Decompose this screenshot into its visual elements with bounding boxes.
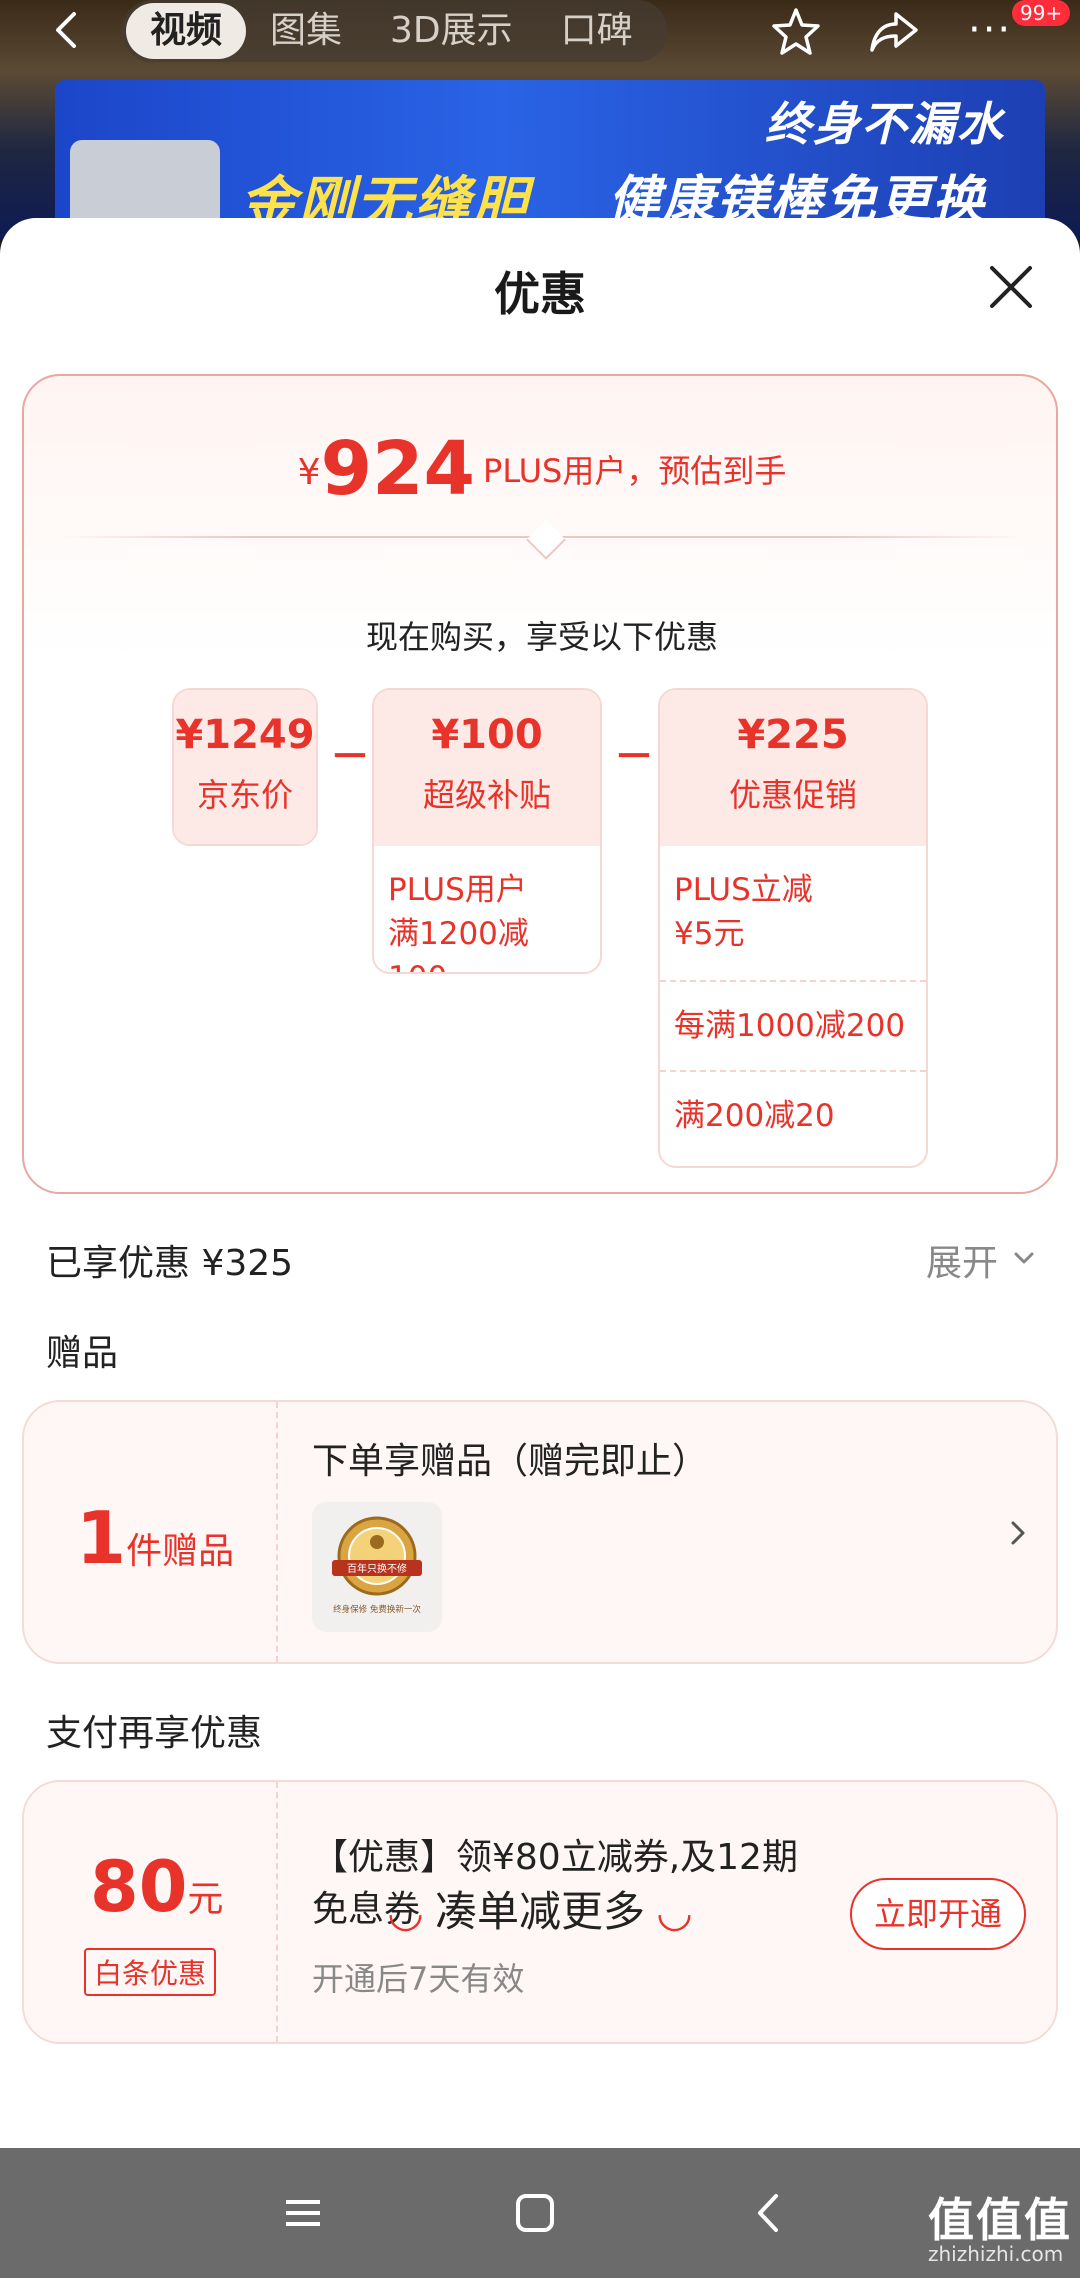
discount-sheet: 优惠 ¥924 PLUS用户，预估到手 现在购买，享受以下优惠 ¥1249 京东价… xyxy=(0,218,1080,2148)
promotion-head: ¥225 优惠促销 xyxy=(660,690,926,846)
gift-badge-text: 百年只换不修 xyxy=(347,1562,407,1575)
back-icon[interactable] xyxy=(744,2188,794,2238)
gift-title: 下单享赠品（赠完即止） xyxy=(312,1441,709,1482)
media-tabs: 视频 图集 3D展示 口碑 xyxy=(122,0,667,62)
promotion-rule-200: 满200减20 xyxy=(660,1070,926,1160)
promotion-label: 优惠促销 xyxy=(728,776,857,814)
smile-icon: ◡ xyxy=(658,1887,691,1936)
close-icon[interactable] xyxy=(986,262,1036,312)
jd-price-head: ¥1249 京东价 xyxy=(174,690,316,844)
pay-section-label: 支付再享优惠 xyxy=(46,1713,263,1754)
recent-apps-icon[interactable] xyxy=(278,2188,328,2238)
sheet-title: 优惠 xyxy=(494,267,586,321)
watermark-logo: 值值值 xyxy=(928,2193,1072,2247)
jd-price-label: 京东价 xyxy=(196,776,293,814)
share-icon[interactable] xyxy=(866,6,922,58)
currency-symbol: ¥ xyxy=(297,452,321,493)
subsidy-value: ¥100 xyxy=(431,712,543,758)
message-badge: 99+ xyxy=(1012,0,1071,26)
gift-card[interactable]: 1件赠品 下单享赠品（赠完即止） 百年只换不修 终身保修 免费换新一次 xyxy=(22,1400,1058,1664)
baitiao-tag: 白条优惠 xyxy=(84,1948,217,1996)
subsidy-head: ¥100 超级补贴 xyxy=(374,690,600,846)
banner-slogan-top: 终身不漏水 xyxy=(765,97,1005,151)
promotion-box: ¥225 优惠促销 PLUS立减 ¥5元 每满1000减200 满200减20 xyxy=(658,688,928,1168)
gift-count: 1件赠品 xyxy=(76,1496,234,1580)
tab-reviews[interactable]: 口碑 xyxy=(537,3,657,59)
home-icon[interactable] xyxy=(510,2188,560,2238)
smile-icon: ◡ xyxy=(389,1887,422,1936)
favorite-star-icon[interactable] xyxy=(768,4,824,60)
product-image-fragment xyxy=(70,140,220,230)
chevron-right-icon[interactable] xyxy=(1006,1518,1030,1548)
price-breakdown-card: ¥924 PLUS用户，预估到手 现在购买，享受以下优惠 ¥1249 京东价 － … xyxy=(22,374,1058,1194)
chevron-down-icon[interactable] xyxy=(1010,1244,1038,1272)
card-separator xyxy=(276,1402,278,1662)
gift-section-label: 赠品 xyxy=(46,1333,119,1374)
expand-button[interactable]: 展开 xyxy=(926,1234,998,1286)
gift-count-number: 1 xyxy=(76,1496,127,1580)
watermark-url: zhizhizhi.com xyxy=(928,2242,1064,2266)
back-arrow-icon[interactable] xyxy=(48,8,88,52)
subsidy-box: ¥100 超级补贴 PLUS用户 满1200减100 xyxy=(372,688,602,974)
saved-amount: 已享优惠 ¥325 xyxy=(46,1243,294,1284)
minus-sign: － xyxy=(330,734,370,780)
buy-now-text: 现在购买，享受以下优惠 xyxy=(365,618,718,656)
estimated-price: ¥924 PLUS用户，预估到手 xyxy=(24,426,1060,512)
tab-video[interactable]: 视频 xyxy=(126,3,247,59)
promotion-rule-plus: PLUS立减 ¥5元 xyxy=(674,872,813,952)
more-deals-text: 凑单减更多 xyxy=(434,1887,645,1936)
divider-notch xyxy=(526,520,566,560)
system-nav-bar: 值值值 zhizhizhi.com xyxy=(0,2148,1080,2278)
gift-badge-icon: 百年只换不修 终身保修 免费换新一次 xyxy=(332,1516,422,1615)
promotion-rule-1000: 每满1000减200 xyxy=(660,980,926,1070)
pay-offer-validity: 开通后7天有效 xyxy=(312,1960,525,1998)
estimated-amount: 924 xyxy=(320,426,476,512)
promotion-value: ¥225 xyxy=(737,712,849,758)
gift-count-unit: 件赠品 xyxy=(126,1531,235,1572)
gift-badge-caption: 终身保修 免费换新一次 xyxy=(333,1604,421,1615)
tab-3d[interactable]: 3D展示 xyxy=(366,3,537,59)
tab-gallery[interactable]: 图集 xyxy=(246,3,366,59)
top-navigation: 视频 图集 3D展示 口碑 ··· 99+ xyxy=(0,0,1080,62)
jd-price-value: ¥1249 xyxy=(175,712,315,758)
subsidy-label: 超级补贴 xyxy=(422,776,551,814)
estimated-desc: PLUS用户，预估到手 xyxy=(483,452,787,490)
more-deals-link[interactable]: ◡ 凑单减更多 ◡ xyxy=(0,1878,1080,1939)
subsidy-rule: PLUS用户 满1200减100 xyxy=(388,872,529,972)
jd-price-box: ¥1249 京东价 xyxy=(172,688,318,846)
gift-thumbnail[interactable]: 百年只换不修 终身保修 免费换新一次 xyxy=(312,1502,442,1632)
minus-sign: － xyxy=(614,734,654,780)
